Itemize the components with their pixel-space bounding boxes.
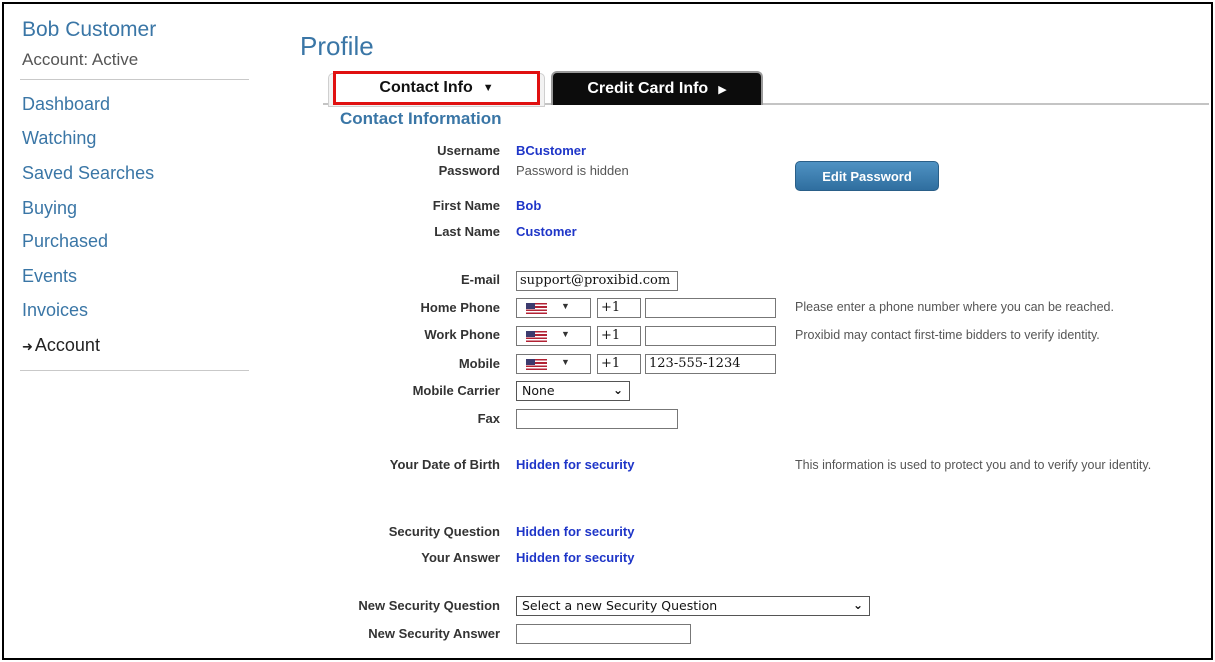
email-field[interactable]: support@proxibid.com xyxy=(516,271,678,291)
home-phone-label: Home Phone xyxy=(420,300,500,315)
home-phone-country-select[interactable]: ▼ xyxy=(516,298,591,318)
current-arrow-icon: ➜ xyxy=(22,339,33,354)
caret-right-icon: ▶ xyxy=(718,83,727,96)
tab-credit-card-info-label: Credit Card Info xyxy=(587,80,709,97)
username-label: Username xyxy=(437,143,500,158)
security-answer-value: Hidden for security xyxy=(516,550,635,565)
section-title: Contact Information xyxy=(340,109,502,128)
new-security-question-label: New Security Question xyxy=(358,598,500,613)
mobile-label: Mobile xyxy=(458,356,500,371)
mobile-country-select[interactable]: ▼ xyxy=(516,354,591,374)
new-security-answer-field[interactable] xyxy=(516,624,691,644)
new-security-question-select[interactable]: Select a new Security Question ⌄ xyxy=(516,596,870,616)
home-phone-country-code[interactable]: +1 xyxy=(597,298,641,318)
dob-label: Your Date of Birth xyxy=(389,457,500,472)
fax-field[interactable] xyxy=(516,409,678,429)
page-title: Profile xyxy=(300,31,374,61)
sidebar-item-watching[interactable]: Watching xyxy=(22,128,96,149)
sidebar-divider-bottom xyxy=(20,370,249,371)
home-phone-field[interactable] xyxy=(645,298,776,318)
work-phone-country-select[interactable]: ▼ xyxy=(516,326,591,346)
sidebar-item-account[interactable]: ➜ Account xyxy=(22,335,100,356)
tab-contact-info-label: Contact Info xyxy=(379,79,473,96)
sidebar-item-dashboard[interactable]: Dashboard xyxy=(22,94,110,115)
us-flag-icon xyxy=(526,331,547,342)
caret-down-icon: ▼ xyxy=(561,301,570,311)
password-value: Password is hidden xyxy=(516,163,629,178)
password-label: Password xyxy=(438,163,500,178)
work-phone-field[interactable] xyxy=(645,326,776,346)
sidebar-item-events[interactable]: Events xyxy=(22,266,77,287)
chevron-down-icon: ⌄ xyxy=(852,598,863,612)
work-phone-hint: Proxibid may contact first-time bidders … xyxy=(795,328,1100,342)
us-flag-icon xyxy=(526,303,547,314)
mobile-country-code[interactable]: +1 xyxy=(597,354,641,374)
first-name-label: First Name xyxy=(432,198,500,213)
user-name: Bob Customer xyxy=(22,18,157,41)
mobile-carrier-label: Mobile Carrier xyxy=(412,383,500,398)
dob-hint: This information is used to protect you … xyxy=(795,458,1152,472)
edit-password-button[interactable]: Edit Password xyxy=(795,161,939,191)
us-flag-icon xyxy=(526,359,547,370)
mobile-field[interactable]: 123-555-1234 xyxy=(645,354,776,374)
last-name-label: Last Name xyxy=(434,224,500,239)
work-phone-country-code[interactable]: +1 xyxy=(597,326,641,346)
username-value: BCustomer xyxy=(516,143,587,158)
sidebar-item-buying[interactable]: Buying xyxy=(22,198,77,219)
account-status: Account: Active xyxy=(22,50,139,69)
chevron-down-icon: ⌄ xyxy=(612,383,623,397)
tab-credit-card-info[interactable]: Credit Card Info ▶ xyxy=(551,71,763,105)
sidebar-item-saved-searches[interactable]: Saved Searches xyxy=(22,163,154,184)
caret-down-icon: ▼ xyxy=(482,82,494,94)
security-question-label: Security Question xyxy=(388,524,500,539)
email-label: E-mail xyxy=(460,272,500,287)
mobile-carrier-value: None xyxy=(522,383,555,398)
home-phone-hint: Please enter a phone number where you ca… xyxy=(795,300,1114,314)
tab-contact-info[interactable]: Contact Info ▼ xyxy=(333,71,540,105)
work-phone-label: Work Phone xyxy=(424,327,500,342)
security-question-value: Hidden for security xyxy=(516,524,635,539)
new-security-answer-label: New Security Answer xyxy=(368,626,500,641)
dob-value: Hidden for security xyxy=(516,457,635,472)
fax-label: Fax xyxy=(477,411,500,426)
sidebar-divider xyxy=(20,79,249,80)
security-answer-label: Your Answer xyxy=(421,550,500,565)
new-security-question-value: Select a new Security Question xyxy=(522,598,718,613)
sidebar-item-invoices[interactable]: Invoices xyxy=(22,300,88,321)
caret-down-icon: ▼ xyxy=(561,357,570,367)
caret-down-icon: ▼ xyxy=(561,329,570,339)
first-name-value: Bob xyxy=(516,198,542,213)
sidebar-item-purchased[interactable]: Purchased xyxy=(22,231,108,252)
sidebar-item-account-label: Account xyxy=(34,335,100,355)
last-name-value: Customer xyxy=(516,224,577,239)
mobile-carrier-select[interactable]: None ⌄ xyxy=(516,381,630,401)
